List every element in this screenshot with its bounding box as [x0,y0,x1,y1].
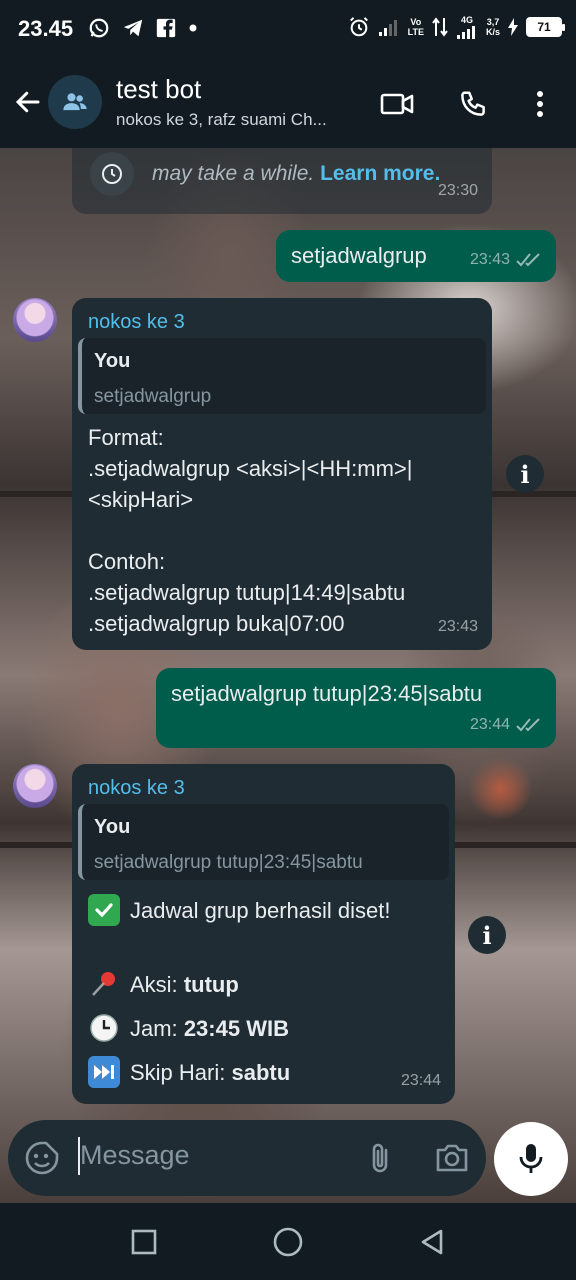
pushpin-icon [88,968,120,1000]
paperclip-icon [372,1143,388,1173]
alarm-icon [349,17,368,37]
message-time: 23:44 [469,716,510,733]
check-mark-icon [88,894,120,926]
back-button[interactable] [8,82,48,122]
quote-text: setjadwalgrup tutup|23:45|sabtu [94,852,363,873]
message-time: 23:43 [437,618,478,635]
chat-title[interactable]: test bot [116,74,201,105]
status-bar: 23.45 Vo LTE 4G 3,7 K/s 71 [0,0,576,58]
sticker-icon [25,1141,59,1175]
sender-name[interactable]: nokos ke 3 [88,307,185,338]
more-options-button[interactable] [520,84,560,124]
volte-indicator: Vo LTE [407,17,424,37]
charging-icon [508,18,518,36]
quoted-message[interactable]: You setjadwalgrup tutup|23:45|sabtu [78,804,449,880]
info-button[interactable]: i [468,916,506,954]
chat-subtitle[interactable]: nokos ke 3, rafz suami Ch... [116,110,366,130]
message-text: setjadwalgrup [291,243,427,268]
jam-value: 23:45 WIB [183,1015,289,1041]
chat-header: test bot nokos ke 3, rafz suami Ch... [0,58,576,148]
quote-author: You [94,350,131,372]
square-icon [131,1229,157,1255]
signal-icon-2 [456,26,475,39]
recents-button[interactable] [127,1225,161,1259]
network-type: 4G [460,15,473,25]
learn-more-link[interactable]: Learn more. [320,162,440,185]
aksi-value: tutup [183,971,239,997]
quote-text: setjadwalgrup [94,386,212,407]
message-time: 23:43 [469,251,510,268]
group-avatar[interactable] [48,75,102,129]
result-text: Jadwal grup berhasil diset! [130,897,391,923]
circle-icon [273,1227,303,1257]
home-button[interactable] [271,1225,305,1259]
outgoing-message[interactable]: setjadwalgrup tutup|23:45|sabtu 23:44 [156,668,556,748]
quoted-message[interactable]: You setjadwalgrup [78,338,486,414]
video-camera-icon [380,93,414,115]
message-text: setjadwalgrup tutup|23:45|sabtu [171,681,483,706]
outgoing-message[interactable]: setjadwalgrup 23:43 [276,230,556,282]
message-time: 23:30 [437,182,478,199]
incoming-message[interactable]: nokos ke 3 You setjadwalgrup tutup|23:45… [72,764,455,1104]
message-input[interactable]: Message [80,1140,190,1171]
info-icon: i [482,920,492,950]
clock-face-icon [88,1012,120,1044]
signal-icon [378,20,397,36]
skip-label: Skip Hari: [130,1059,226,1085]
skip-value: sabtu [231,1059,291,1085]
facebook-icon [156,18,176,38]
net-speed: 3,7 K/s [485,17,500,37]
video-call-button[interactable] [377,84,417,124]
chat-area[interactable]: may take a while. Learn more. 23:30 setj… [0,148,576,1203]
system-text: may take a while. [152,162,315,185]
camera-button[interactable] [433,1140,471,1176]
telegram-icon [123,19,143,37]
attach-button[interactable] [364,1140,400,1176]
whatsapp-icon [89,18,109,38]
arrow-left-icon [15,91,40,113]
sender-avatar[interactable] [13,764,57,808]
read-double-check-icon [516,252,540,266]
status-time: 23.45 [18,16,74,41]
system-message: may take a while. Learn more. 23:30 [72,148,492,214]
message-composer[interactable]: Message [8,1120,486,1196]
info-button[interactable]: i [506,455,544,493]
data-arrows-icon [432,17,448,37]
sender-avatar[interactable] [13,298,57,342]
notification-dot-icon [189,24,197,32]
more-vertical-icon [537,91,543,117]
back-nav-button[interactable] [415,1225,449,1259]
phone-icon [461,91,485,116]
voice-call-button[interactable] [453,84,493,124]
message-time: 23:44 [400,1072,441,1089]
aksi-label: Aksi: [130,971,178,997]
microphone-icon [519,1144,543,1173]
next-track-icon [88,1056,120,1088]
voice-message-button[interactable] [494,1122,568,1196]
triangle-back-icon [421,1229,443,1255]
read-double-check-icon [516,717,540,731]
battery-indicator: 71 [526,17,565,37]
group-icon [63,93,87,111]
emoji-sticker-button[interactable] [24,1140,60,1176]
sender-name[interactable]: nokos ke 3 [88,773,185,804]
clock-icon [90,152,134,196]
camera-icon [436,1144,468,1172]
info-icon: i [520,459,530,489]
system-navigation-bar [0,1203,576,1280]
jam-label: Jam: [130,1015,178,1041]
quote-author: You [94,816,131,838]
incoming-message[interactable]: nokos ke 3 You setjadwalgrup Format: .se… [72,298,492,650]
message-text: Format: .setjadwalgrup <aksi>|<HH:mm>| <… [88,425,413,636]
